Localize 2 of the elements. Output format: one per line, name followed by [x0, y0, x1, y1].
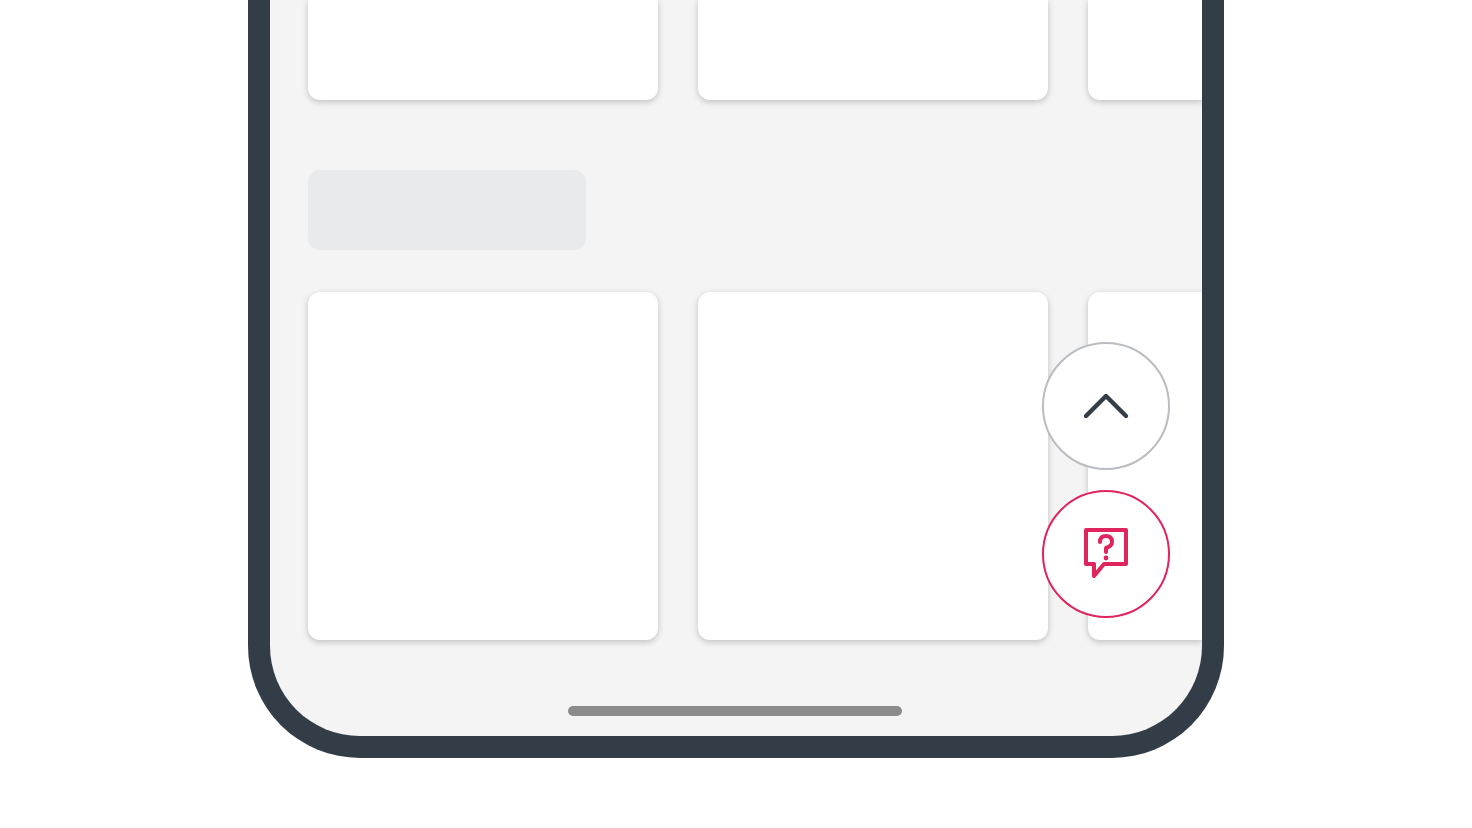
help-bubble-icon — [1080, 526, 1132, 582]
chevron-up-icon — [1082, 392, 1130, 420]
